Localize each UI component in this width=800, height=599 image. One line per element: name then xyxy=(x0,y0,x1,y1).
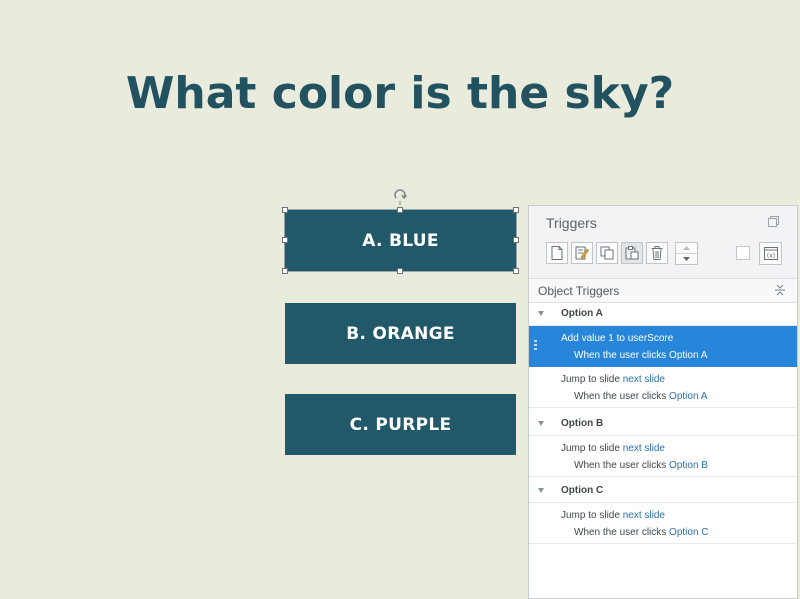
resize-handle-se[interactable] xyxy=(513,268,519,274)
edit-trigger-button[interactable] xyxy=(571,242,593,264)
trigger-row[interactable]: Add value 1 to userScore When the user c… xyxy=(529,326,797,367)
trigger-object-link[interactable]: Option A xyxy=(669,350,707,361)
resize-handle-n[interactable] xyxy=(397,207,403,213)
move-down-button[interactable] xyxy=(676,254,697,264)
move-down-icon xyxy=(683,257,690,261)
show-checkbox[interactable] xyxy=(736,246,750,260)
option-b-button[interactable]: B. ORANGE xyxy=(285,303,516,364)
new-trigger-icon xyxy=(551,246,563,260)
trigger-event: When the user clicks Option C xyxy=(574,527,709,538)
trigger-target-link[interactable]: next slide xyxy=(623,443,665,454)
group-name: Option A xyxy=(561,308,603,319)
delete-icon xyxy=(651,246,663,260)
manage-variables-button[interactable]: (x) xyxy=(759,242,782,265)
paste-icon xyxy=(625,246,639,260)
slide-title: What color is the sky? xyxy=(125,68,675,119)
triggers-panel: Triggers (x) Object Triggers Option A Ad… xyxy=(528,205,798,599)
resize-handle-e[interactable] xyxy=(513,237,519,243)
delete-button[interactable] xyxy=(646,242,668,264)
copy-icon xyxy=(600,246,614,260)
trigger-row[interactable]: Jump to slide next slide When the user c… xyxy=(529,503,797,544)
new-trigger-button[interactable] xyxy=(546,242,568,264)
group-name: Option B xyxy=(561,418,604,429)
section-label: Object Triggers xyxy=(538,284,620,298)
object-triggers-section-header[interactable]: Object Triggers xyxy=(529,278,797,303)
trigger-action: Jump to slide next slide xyxy=(561,443,665,454)
trigger-target-link[interactable]: next slide xyxy=(623,374,665,385)
svg-text:(x): (x) xyxy=(766,253,774,260)
collapse-all-icon[interactable] xyxy=(775,284,785,296)
group-name: Option C xyxy=(561,485,604,496)
reorder-buttons xyxy=(675,242,698,265)
paste-button[interactable] xyxy=(621,242,643,264)
trigger-group-option-c[interactable]: Option C xyxy=(529,481,797,503)
resize-handle-ne[interactable] xyxy=(513,207,519,213)
option-a-button[interactable]: A. BLUE xyxy=(285,210,516,271)
triggers-panel-header: Triggers (x) xyxy=(529,206,797,278)
trigger-target-link[interactable]: next slide xyxy=(623,510,665,521)
trigger-row[interactable]: Jump to slide next slide When the user c… xyxy=(529,436,797,477)
trigger-action: Add value 1 to userScore xyxy=(561,333,674,344)
trigger-event: When the user clicks Option A xyxy=(574,391,708,402)
trigger-event: When the user clicks Option A xyxy=(574,350,708,361)
expand-arrow-icon[interactable] xyxy=(538,311,544,316)
trigger-group-option-b[interactable]: Option B xyxy=(529,414,797,436)
drag-grip-icon[interactable] xyxy=(534,340,537,352)
edit-trigger-icon xyxy=(575,246,589,260)
trigger-action: Jump to slide next slide xyxy=(561,510,665,521)
expand-arrow-icon[interactable] xyxy=(538,488,544,493)
copy-button[interactable] xyxy=(596,242,618,264)
move-up-icon xyxy=(683,246,690,250)
resize-handle-w[interactable] xyxy=(282,237,288,243)
variables-icon: (x) xyxy=(763,247,778,260)
trigger-row[interactable]: Jump to slide next slide When the user c… xyxy=(529,367,797,408)
resize-handle-nw[interactable] xyxy=(282,207,288,213)
expand-arrow-icon[interactable] xyxy=(538,421,544,426)
resize-handle-sw[interactable] xyxy=(282,268,288,274)
trigger-group-option-a[interactable]: Option A xyxy=(529,304,797,326)
trigger-object-link[interactable]: Option B xyxy=(669,460,708,471)
resize-handle-s[interactable] xyxy=(397,268,403,274)
trigger-object-link[interactable]: Option C xyxy=(669,527,708,538)
trigger-event: When the user clicks Option B xyxy=(574,460,708,471)
trigger-action: Jump to slide next slide xyxy=(561,374,665,385)
triggers-panel-title: Triggers xyxy=(546,215,597,231)
rotate-handle-icon[interactable] xyxy=(391,187,409,205)
trigger-object-link[interactable]: Option A xyxy=(669,391,707,402)
option-c-button[interactable]: C. PURPLE xyxy=(285,394,516,455)
move-up-button[interactable] xyxy=(676,243,697,254)
restore-panel-icon[interactable] xyxy=(768,216,779,227)
